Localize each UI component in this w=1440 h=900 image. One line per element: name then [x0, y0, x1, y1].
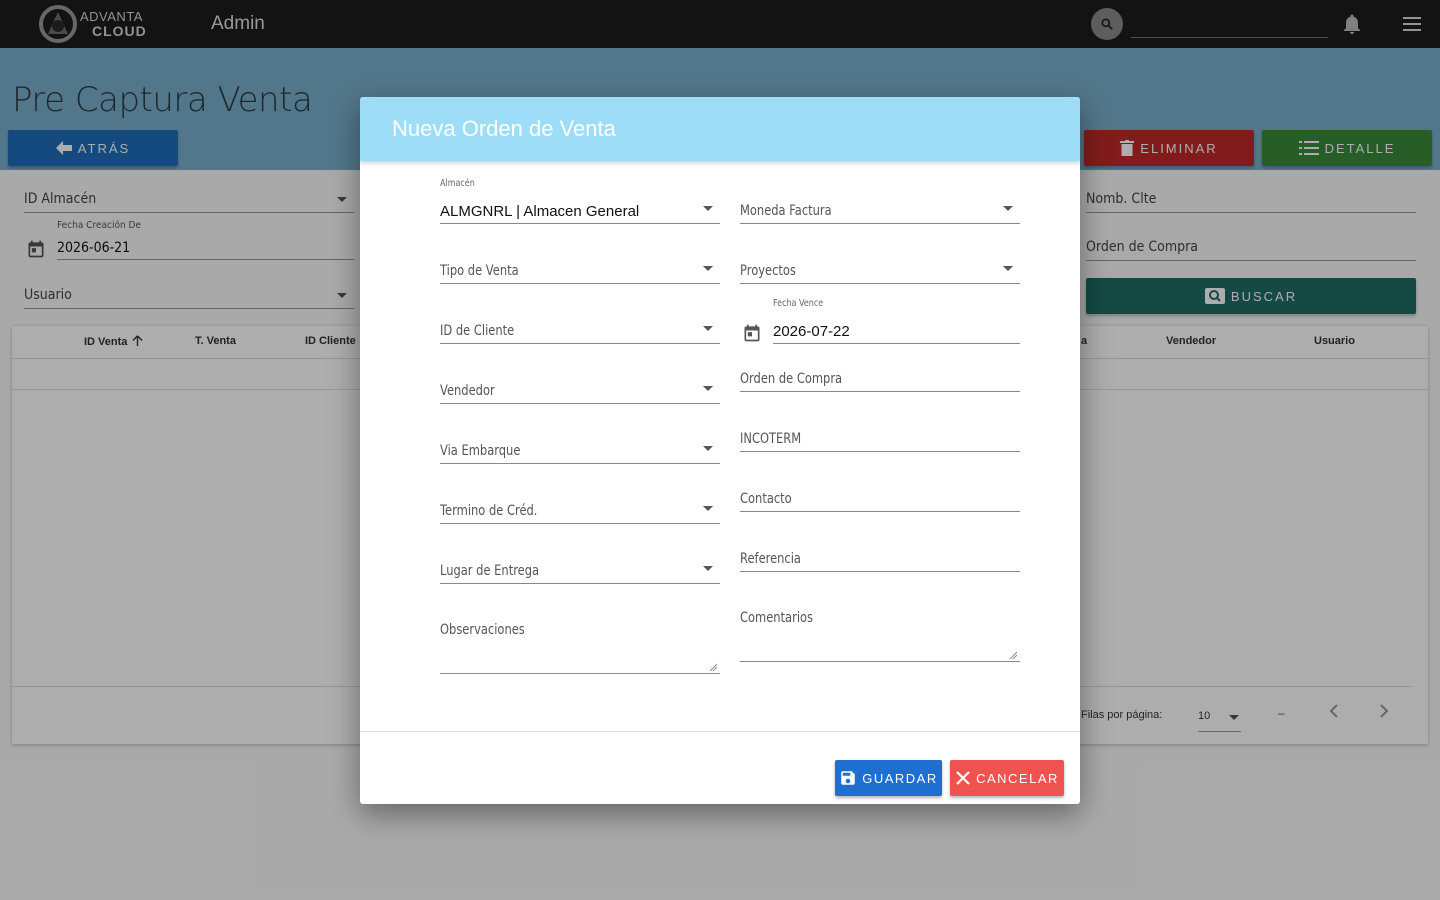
calendar-icon[interactable] [742, 323, 762, 343]
incoterm-input[interactable]: INCOTERM [740, 424, 1020, 452]
contacto-label: Contacto [740, 491, 792, 507]
almacen-select[interactable]: Almacén ALMGNRL | Almacen General [440, 178, 720, 224]
vendedor-label: Vendedor [440, 383, 495, 399]
fecha-vence-label: Fecha Vence [773, 298, 824, 309]
fecha-vence-input[interactable]: Fecha Vence 2026-07-22 [773, 298, 1020, 344]
save-button-label: GUARDAR [862, 770, 938, 786]
fecha-vence-value: 2026-07-22 [773, 323, 850, 340]
chevron-down-icon [703, 386, 713, 391]
orden-compra-input[interactable]: Orden de Compra [740, 364, 1020, 392]
save-disk-icon [841, 771, 855, 785]
almacen-label: Almacén [440, 178, 475, 189]
cancel-button[interactable]: CANCELAR [950, 760, 1064, 796]
dialog-footer-divider [360, 731, 1080, 732]
chevron-down-icon [703, 446, 713, 451]
comentarios-label: Comentarios [740, 610, 814, 626]
observaciones-textarea[interactable]: Observaciones [440, 622, 720, 674]
id-cliente-label: ID de Cliente [440, 323, 515, 339]
dialog-header: Nueva Orden de Venta [360, 97, 1080, 161]
termino-cred-select[interactable]: Termino de Créd. [440, 496, 720, 524]
tipo-venta-select[interactable]: Tipo de Venta [440, 256, 720, 284]
referencia-input[interactable]: Referencia [740, 544, 1020, 572]
comentarios-textarea[interactable]: Comentarios [740, 610, 1020, 662]
cancel-button-label: CANCELAR [976, 770, 1059, 786]
lugar-entrega-select[interactable]: Lugar de Entrega [440, 556, 720, 584]
moneda-factura-label: Moneda Factura [740, 203, 832, 219]
contacto-input[interactable]: Contacto [740, 484, 1020, 512]
lugar-entrega-label: Lugar de Entrega [440, 563, 540, 579]
orden-compra-label: Orden de Compra [740, 371, 843, 387]
chevron-down-icon [1003, 266, 1013, 271]
save-button[interactable]: GUARDAR [835, 760, 942, 796]
chevron-down-icon [703, 206, 713, 211]
almacen-value: ALMGNRL | Almacen General [440, 203, 640, 220]
incoterm-label: INCOTERM [740, 431, 802, 447]
termino-cred-label: Termino de Créd. [440, 503, 538, 519]
chevron-down-icon [703, 566, 713, 571]
chevron-down-icon [703, 506, 713, 511]
dialog-title: Nueva Orden de Venta [392, 116, 616, 141]
new-sales-order-dialog: Nueva Orden de Venta Almacén ALMGNRL | A… [360, 97, 1080, 804]
chevron-down-icon [1003, 206, 1013, 211]
resize-grip-icon[interactable] [1009, 651, 1017, 659]
proyectos-select[interactable]: Proyectos [740, 256, 1020, 284]
chevron-down-icon [703, 326, 713, 331]
referencia-label: Referencia [740, 551, 801, 567]
vendedor-select[interactable]: Vendedor [440, 376, 720, 404]
chevron-down-icon [703, 266, 713, 271]
via-embarque-label: Via Embarque [440, 443, 521, 459]
proyectos-label: Proyectos [740, 263, 796, 279]
moneda-factura-select[interactable]: Moneda Factura [740, 196, 1020, 224]
observaciones-label: Observaciones [440, 622, 525, 638]
id-cliente-select[interactable]: ID de Cliente [440, 316, 720, 344]
close-icon [956, 771, 970, 785]
tipo-venta-label: Tipo de Venta [440, 263, 519, 279]
resize-grip-icon[interactable] [709, 663, 717, 671]
via-embarque-select[interactable]: Via Embarque [440, 436, 720, 464]
